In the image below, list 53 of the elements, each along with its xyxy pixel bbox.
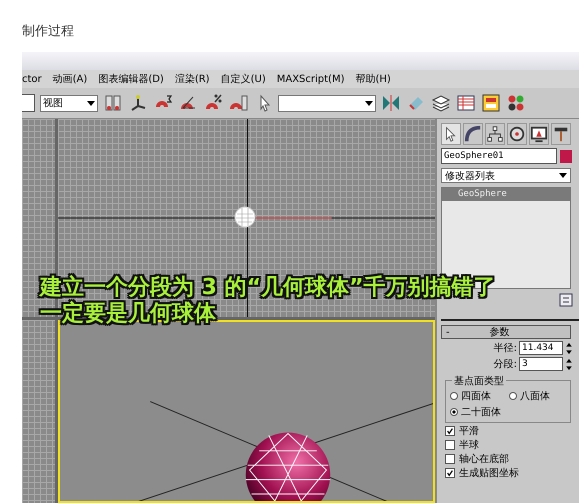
modifier-stack-item[interactable]: GeoSphere (442, 188, 570, 201)
view-dropdown[interactable]: 视图 (40, 94, 98, 112)
checkbox-option[interactable]: 平滑 (445, 425, 579, 437)
field-label: 分段: (494, 358, 517, 371)
object-name-field[interactable]: GeoSphere01 (441, 148, 557, 164)
material-icon[interactable] (506, 93, 526, 113)
spinner-arrows-icon[interactable] (565, 358, 573, 370)
caption-text: 一定要是几何球体 (40, 301, 217, 327)
pivot-icon[interactable] (103, 93, 123, 113)
spinner-field[interactable]: 3 (519, 357, 563, 371)
menu-item[interactable]: MAXScript(M) (276, 74, 344, 84)
checkbox-option[interactable]: 生成贴图坐标 (445, 467, 579, 479)
configure-icon[interactable] (559, 293, 573, 307)
group-title: 基点面类型 (452, 374, 506, 388)
selection-set-dropdown[interactable] (278, 94, 376, 112)
monitor-icon[interactable] (529, 123, 549, 145)
spinner-snap-icon[interactable] (228, 93, 248, 113)
mirror-icon[interactable] (381, 93, 401, 113)
object-color-swatch[interactable] (560, 150, 572, 162)
radio-option[interactable]: 八面体 (509, 389, 568, 403)
curve-icon[interactable] (463, 123, 483, 145)
menu-item[interactable]: 自定义(U) (220, 72, 266, 86)
section-heading: 制作过程 (22, 23, 75, 41)
spinner-field[interactable]: 11.434 (519, 341, 563, 355)
radio-option[interactable]: 二十面体 (450, 405, 509, 419)
field-label: 半径: (494, 342, 517, 355)
menu-item[interactable]: 帮助(H) (355, 72, 391, 86)
caret-icon (87, 100, 95, 106)
collapse-toggle[interactable]: - (446, 326, 450, 338)
check-icon (446, 469, 454, 477)
menu-item[interactable]: ctor (22, 74, 42, 84)
caret-icon (559, 173, 567, 178)
checkbox-option[interactable]: 轴心在底部 (445, 453, 579, 465)
rollout-title: 参数 (490, 326, 510, 339)
hammer-icon[interactable] (551, 123, 571, 145)
menu-item[interactable]: 动画(A) (52, 72, 88, 86)
sphere-icon (234, 206, 256, 228)
hierarchy-icon[interactable] (485, 123, 505, 145)
caret-icon (365, 100, 373, 106)
cursor-icon[interactable] (441, 123, 461, 145)
table-icon[interactable] (456, 93, 476, 113)
menu-item[interactable]: 图表编辑器(D) (98, 72, 164, 86)
toolbar-icon[interactable] (22, 94, 35, 112)
wheel-icon[interactable] (507, 123, 527, 145)
layers-icon[interactable] (431, 93, 451, 113)
rollout-header[interactable]: - 参数 (441, 325, 571, 339)
checkbox-option[interactable]: 半球 (445, 439, 579, 451)
spinner-arrows-icon[interactable] (565, 342, 573, 354)
modifier-list-dropdown[interactable]: 修改器列表 (441, 168, 571, 183)
radio-option[interactable]: 四面体 (450, 389, 509, 403)
check-icon (446, 427, 454, 435)
schematic-icon[interactable] (481, 93, 501, 113)
menu-item[interactable]: 渲染(R) (174, 72, 210, 86)
